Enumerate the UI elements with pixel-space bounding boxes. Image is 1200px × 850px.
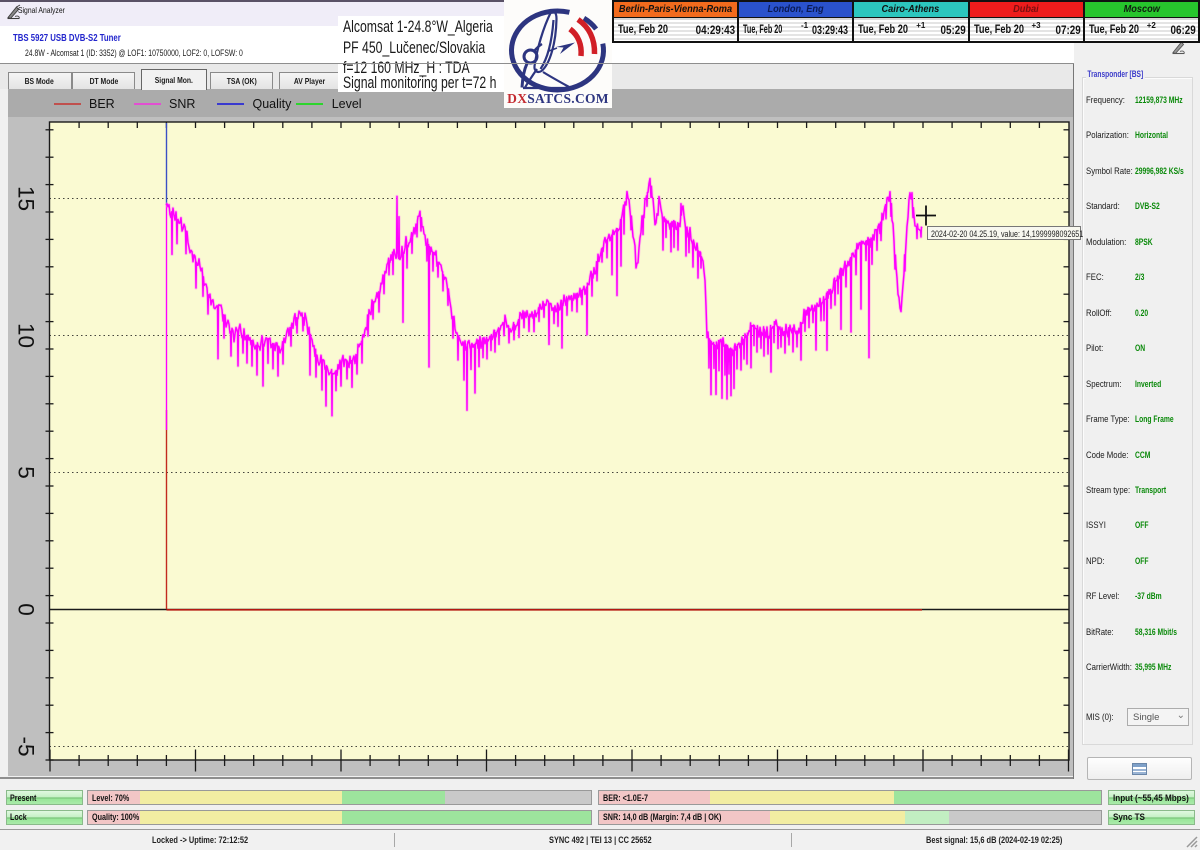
svg-text:10: 10 xyxy=(14,323,39,348)
svg-text:15: 15 xyxy=(14,186,39,211)
svg-text:-5: -5 xyxy=(14,736,39,756)
svg-text:DXSATCS.COM: DXSATCS.COM xyxy=(507,91,609,106)
svg-text:5: 5 xyxy=(14,466,39,479)
svg-text:0: 0 xyxy=(14,603,39,616)
